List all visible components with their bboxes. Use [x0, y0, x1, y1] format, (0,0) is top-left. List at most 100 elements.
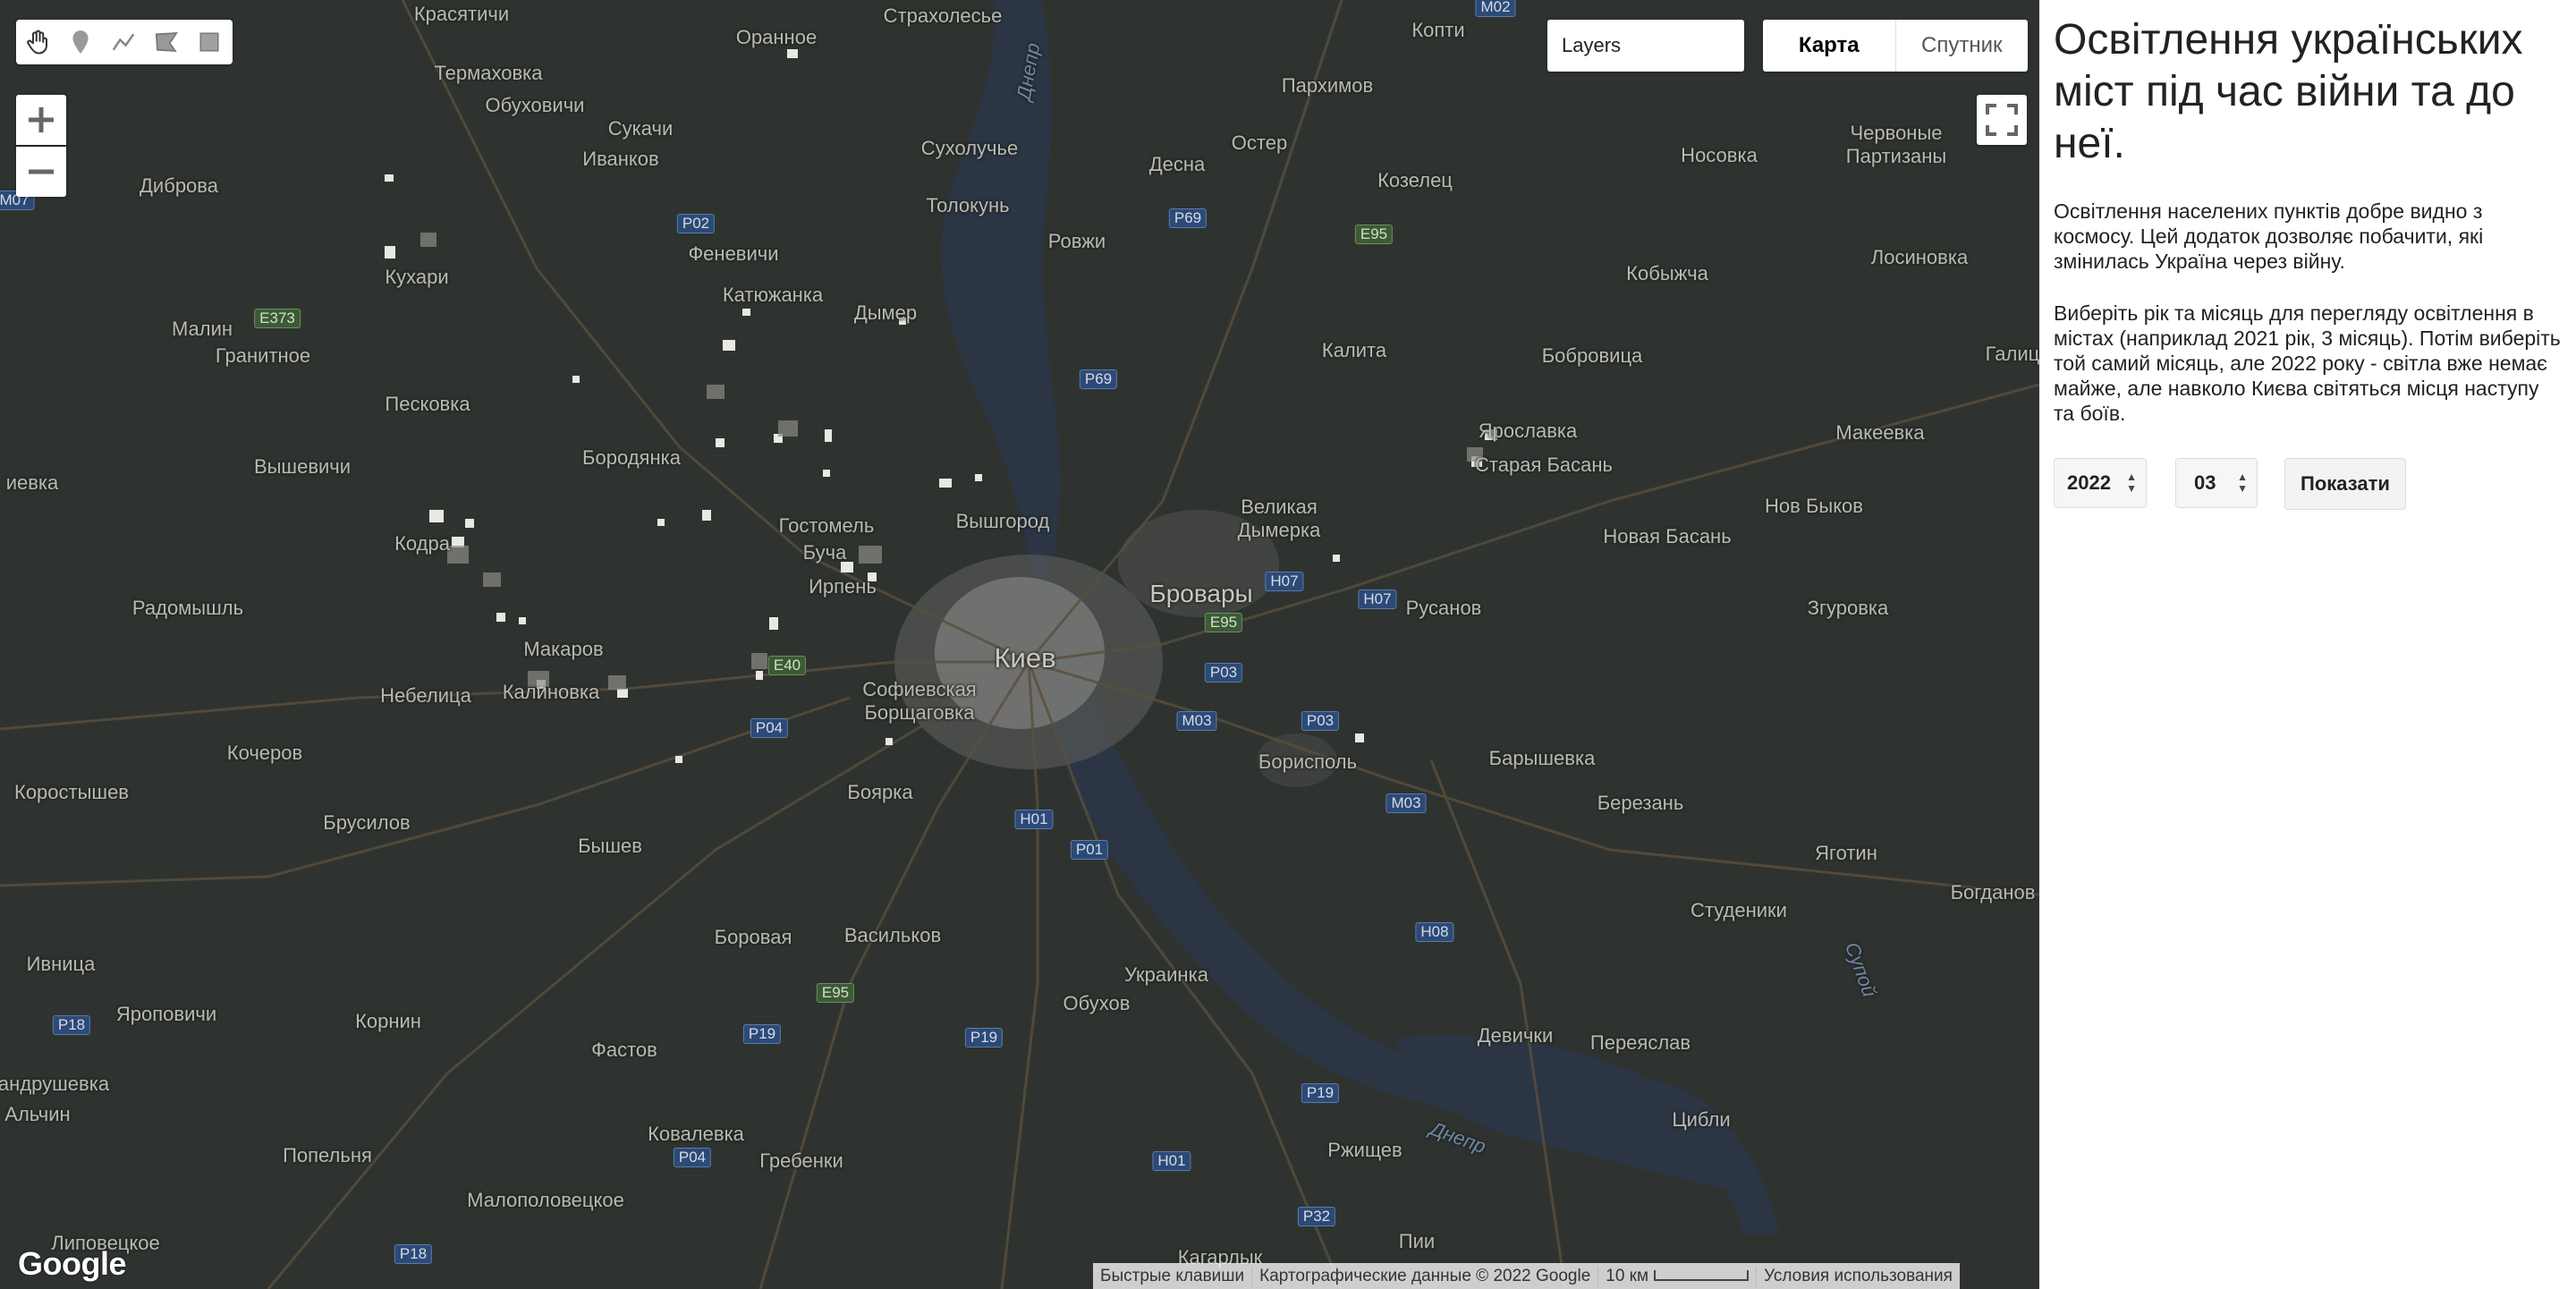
place-ivnitsa: Ивница — [26, 953, 96, 975]
show-button[interactable]: Показати — [2284, 458, 2406, 510]
place-kopti: Копти — [1411, 19, 1465, 41]
place-yaropovichi: Яроповичи — [115, 1003, 217, 1025]
scale-control[interactable]: 10 км — [1597, 1266, 1756, 1286]
place-kocherov: Кочеров — [226, 742, 303, 764]
map-type-map-button[interactable]: Карта — [1763, 20, 1896, 72]
place-galitsa: Галица — [1985, 343, 2039, 365]
place-pereyaslav: Переяслав — [1589, 1031, 1691, 1054]
polygon-icon[interactable] — [145, 20, 188, 64]
route-shield: P19 — [1301, 1083, 1340, 1103]
map-canvas[interactable]: Киев Бровары Вышгород Ирпень Буча Гостом… — [0, 0, 2039, 1289]
place-brovary: Бровары — [1149, 580, 1253, 607]
route-shield: P19 — [964, 1028, 1004, 1047]
marker-pin-icon[interactable] — [59, 20, 102, 64]
place-granitnoe: Гранитное — [215, 344, 311, 367]
route-shield: P18 — [52, 1015, 91, 1035]
place-fenevichi: Феневичи — [688, 242, 779, 265]
place-brusilov: Брусилов — [323, 811, 411, 834]
place-alchyn: Альчин — [4, 1103, 71, 1125]
route-shield: P69 — [1168, 208, 1208, 228]
place-kovalevka: Ковалевка — [648, 1123, 744, 1145]
place-makeevka: Макеевка — [1835, 421, 1925, 444]
polyline-icon[interactable] — [102, 20, 145, 64]
place-sofiivska: Софиевская Борщаговка — [862, 678, 977, 724]
place-obukhov: Обухов — [1063, 992, 1131, 1014]
place-studeniki: Студеники — [1690, 899, 1787, 921]
place-bucha: Буча — [802, 541, 847, 564]
place-dibrova: Диброва — [140, 174, 218, 197]
year-select[interactable]: 2022 ▲ ▼ — [2054, 458, 2147, 508]
place-rusanov: Русанов — [1405, 597, 1482, 619]
map-type-satellite-button[interactable]: Спутник — [1896, 20, 2029, 72]
place-nosovka: Носовка — [1681, 144, 1758, 166]
month-value: 03 — [2194, 471, 2216, 494]
place-tolokun: Толокунь — [926, 194, 1010, 216]
place-kyiv: Киев — [994, 642, 1056, 674]
place-sukachi: Сукачи — [607, 117, 674, 140]
place-byshev: Бышев — [578, 835, 642, 857]
place-yaroslavka: Ярославка — [1478, 420, 1578, 442]
place-katyuzhanka: Катюжанка — [722, 284, 824, 306]
place-termakhovka: Термаховка — [434, 62, 543, 84]
route-shield: H07 — [1358, 589, 1397, 609]
place-devichki: Девички — [1477, 1024, 1554, 1047]
rectangle-icon[interactable] — [188, 20, 231, 64]
place-velyka-dymerka: Великая Дымерка — [1237, 496, 1321, 541]
route-shield: M03 — [1385, 793, 1427, 813]
zoom-in-button[interactable] — [16, 95, 66, 145]
place-krasiatichi: Красятичи — [413, 3, 510, 25]
map-attribution-bar: Быстрые клавиши Картографические данные … — [1093, 1263, 1960, 1289]
place-losinovka: Лосиновка — [1870, 246, 1969, 268]
route-shield: P32 — [1297, 1207, 1336, 1226]
place-strakholesye: Страхолесье — [883, 4, 1003, 27]
place-oranoe: Оранное — [735, 26, 818, 48]
place-zhievka: иевка — [5, 471, 59, 494]
place-malin: Малин — [171, 318, 233, 340]
map-type-control: Карта Спутник — [1763, 20, 2028, 72]
route-shield: H08 — [1415, 922, 1454, 942]
spinner-arrows-icon: ▲ ▼ — [2126, 471, 2137, 495]
place-popelnya: Попельня — [283, 1144, 372, 1166]
scale-label: 10 км — [1606, 1266, 1649, 1285]
month-select[interactable]: 03 ▲ ▼ — [2175, 458, 2258, 508]
place-grebenky: Гребенки — [759, 1149, 843, 1172]
keyboard-shortcuts-link[interactable]: Быстрые клавиши — [1093, 1267, 1251, 1286]
place-bobrovitsa: Бобровица — [1541, 344, 1643, 367]
place-novoe-bykov: Нов Быков — [1765, 495, 1863, 517]
place-nebelitsa: Небелица — [380, 684, 471, 707]
place-staraya-basan: Старая Басань — [1475, 454, 1613, 476]
place-fastov: Фастов — [591, 1039, 657, 1061]
place-novaya-basan: Новая Басань — [1603, 525, 1732, 547]
route-shield: P03 — [1301, 711, 1340, 731]
page-title: Освітлення українських міст під час війн… — [2054, 16, 2523, 167]
place-ostor: Остер — [1231, 131, 1288, 154]
place-bogdanovka: Богданов — [1950, 881, 2036, 903]
route-shield: E95 — [816, 983, 855, 1003]
place-baryshevka: Барышевка — [1488, 747, 1596, 769]
place-makarov: Макаров — [523, 638, 604, 660]
route-shield: P03 — [1204, 663, 1243, 683]
zoom-out-button[interactable] — [16, 147, 66, 197]
layers-dropdown[interactable]: Layers — [1547, 20, 1744, 72]
fullscreen-button[interactable] — [1977, 95, 2027, 145]
place-rzhyshchev: Ржищев — [1327, 1139, 1402, 1161]
place-kalita: Калита — [1321, 339, 1387, 361]
place-obukhovichi: Обуховичи — [485, 94, 585, 116]
google-logo: Google — [18, 1245, 127, 1282]
place-borova: Боровая — [714, 926, 792, 948]
place-hostomel: Гостомель — [778, 514, 875, 537]
place-tsybli: Цибли — [1672, 1108, 1731, 1131]
place-boryspil: Борисполь — [1258, 751, 1358, 773]
place-desna: Десна — [1148, 153, 1206, 175]
spinner-arrows-icon: ▲ ▼ — [2237, 471, 2248, 495]
pan-hand-icon[interactable] — [16, 20, 59, 64]
terms-link[interactable]: Условия использования — [1756, 1266, 1960, 1286]
place-vyshhorod: Вышгород — [955, 510, 1050, 532]
place-kodra: Кодра — [394, 532, 450, 555]
instructions-text: Виберіть рік та місяць для перегляду осв… — [2054, 301, 2561, 425]
route-shield: H01 — [1014, 810, 1054, 829]
minus-icon — [29, 169, 54, 174]
intro-text: Освітлення населених пунктів добре видно… — [2054, 199, 2484, 273]
place-ukrainka: Украинка — [1124, 963, 1208, 986]
route-shield: P19 — [742, 1024, 782, 1044]
